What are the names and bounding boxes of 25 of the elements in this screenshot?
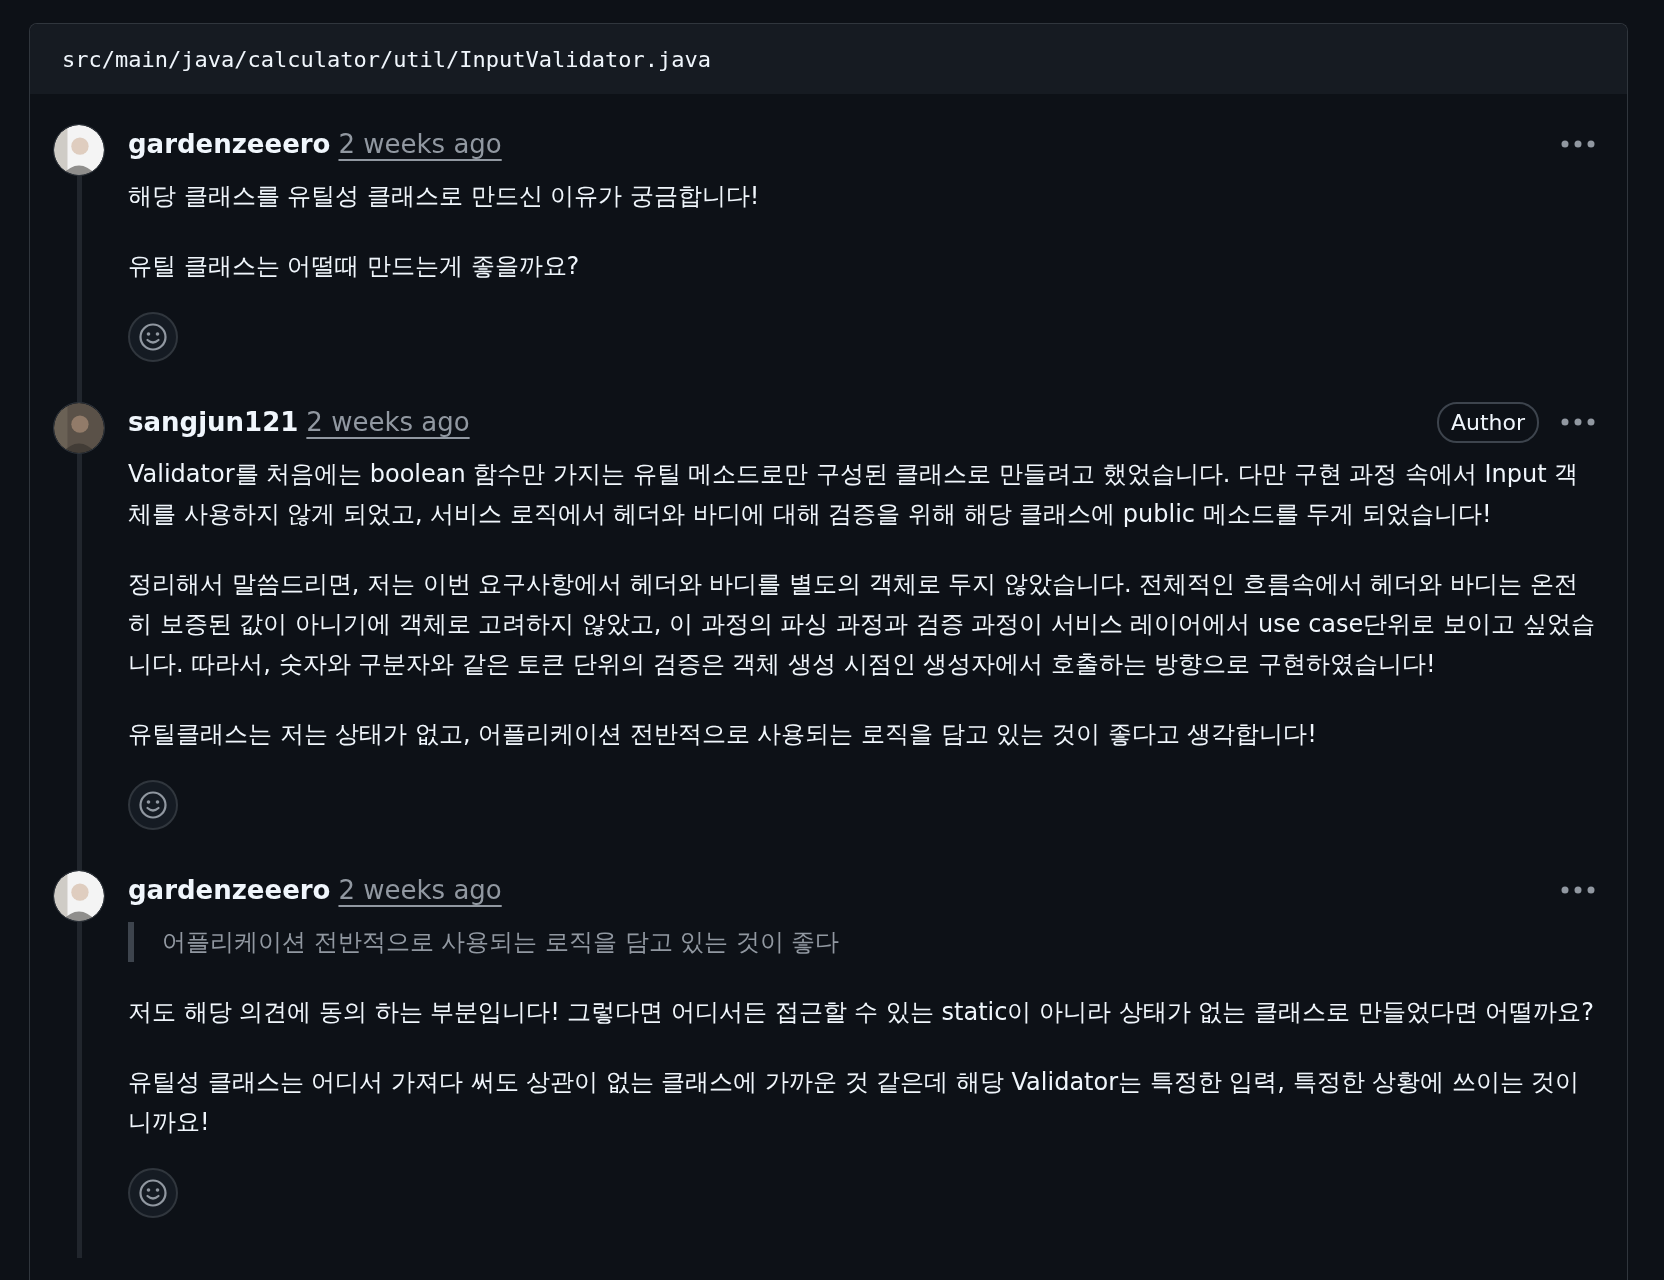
comment-text: Validator를 처음에는 boolean 함수만 가지는 유틸 메소드로만 구성된 클래스로 만들려고 했었습니다. 다만 구현 과정 속에서 Input 객체를 사용하지 않게 되었고, 서비스 로직에서 헤더와 바디에 대해 검증을 위해 해당 클래스에 public 메소드를 두게 되었습니다! — [128, 459, 1580, 530]
author-label: Author — [1436, 401, 1539, 443]
more-options-button[interactable] — [1561, 418, 1595, 426]
comment-text: 유틸클래스는 저는 상태가 없고, 어플리케이션 전반적으로 사용되는 로직을 담고 있는 것이 좋다고 생각합니다! — [128, 719, 1318, 750]
comment-text: 해당 클래스를 유틸성 클래스로 만드신 이유가 궁금합니다! — [128, 181, 761, 212]
username-link[interactable]: gardenzeeero — [128, 124, 331, 164]
comment-text: 유틸성 클래스는 어디서 가져다 써도 상관이 없는 클래스에 가까운 것 같은데 해당 Validator는 특정한 입력, 특정한 상황에 쓰이는 것이니까요! — [128, 1067, 1581, 1138]
more-options-button[interactable] — [1561, 140, 1595, 148]
smiley-icon — [138, 790, 168, 820]
username-link[interactable]: gardenzeeero — [128, 870, 331, 910]
comment-text: 정리해서 말씀드리면, 저는 이번 요구사항에서 헤더와 바디를 별도의 객체로 두지 않았습니다. 전체적인 흐름속에서 헤더와 바디는 온전히 보증된 값이 아니기에 객체로 고려하지 않았고, 이 과정의 파싱 과정과 검증 과정이 서비스 레이어에서 use case단위로 보이고 싶었습니다. 따라서, 숫자와 구분자와 같은 토큰 단위의 검증은 객체 생성 시점인 생성자에서 호출하는 방향으로 구현하였습니다! — [128, 569, 1595, 680]
quoted-text: 어플리케이션 전반적으로 사용되는 로직을 담고 있는 것이 좋다 — [128, 922, 1595, 962]
timestamp-link[interactable]: 2 weeks ago — [306, 402, 470, 442]
timestamp-link[interactable]: 2 weeks ago — [338, 870, 502, 910]
add-reaction-button[interactable] — [128, 780, 178, 830]
smiley-icon — [138, 322, 168, 352]
smiley-icon — [138, 1178, 168, 1208]
username-link[interactable]: sangjun121 — [128, 402, 299, 442]
file-path: src/main/java/calculator/util/InputValidator.java — [30, 24, 1627, 94]
add-reaction-button[interactable] — [128, 312, 178, 362]
comment-text: 저도 해당 의견에 동의 하는 부분입니다! 그렇다면 어디서든 접근할 수 있는 static이 아니라 상태가 없는 클래스로 만들었다면 어떨까요? — [128, 997, 1595, 1028]
add-reaction-button[interactable] — [128, 1168, 178, 1218]
more-options-button[interactable] — [1561, 886, 1595, 894]
timestamp-link[interactable]: 2 weeks ago — [338, 124, 502, 164]
comment-text: 유틸 클래스는 어떨때 만드는게 좋을까요? — [128, 251, 581, 282]
